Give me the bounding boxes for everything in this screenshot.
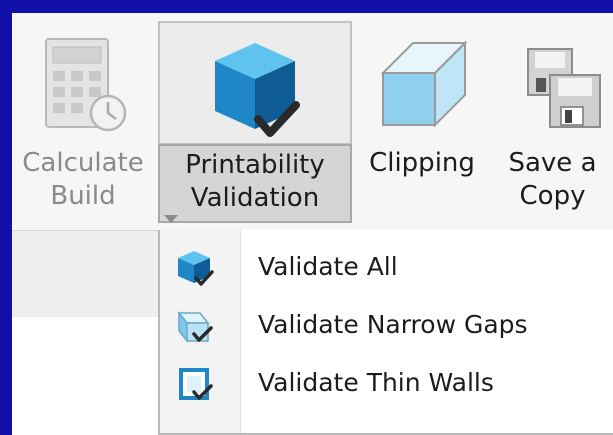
save-a-copy-button[interactable]: Save a Copy [492, 13, 613, 230]
menu-item-validate-thin-walls[interactable]: Validate Thin Walls [160, 356, 613, 414]
validate-thin-walls-label: Validate Thin Walls [258, 368, 494, 397]
clipping-block-icon [364, 31, 480, 141]
menu-item-validate-all[interactable]: Validate All [160, 240, 613, 298]
save-a-copy-label-line1: Save a [508, 148, 597, 178]
clipping-button[interactable]: Clipping [364, 13, 480, 230]
ribbon-toolbar: Calculate Build Printability Validation [12, 13, 613, 231]
printability-validation-button[interactable]: Printability Validation [158, 13, 352, 230]
calculate-build-label-line1: Calculate [22, 148, 144, 178]
printability-label-line1: Printability [185, 150, 325, 180]
printability-validation-menu: Validate All Validate Narrow Gaps Valida… [158, 230, 613, 435]
calculator-clock-icon [16, 31, 150, 141]
printability-label-line2: Validation [190, 183, 320, 213]
ribbon-window: Calculate Build Printability Validation [12, 13, 613, 435]
calculate-build-label-line2: Build [50, 181, 116, 211]
calculate-build-button[interactable]: Calculate Build [16, 13, 150, 230]
ribbon-panel-background [12, 231, 161, 317]
validate-narrow-gaps-label: Validate Narrow Gaps [258, 310, 528, 339]
thin-walls-check-icon [176, 365, 216, 405]
cube-check-icon [176, 249, 216, 289]
validate-all-label: Validate All [258, 252, 398, 281]
floppy-disks-icon [492, 31, 613, 141]
narrow-gaps-check-icon [176, 307, 216, 347]
clipping-label: Clipping [369, 148, 475, 178]
menu-item-validate-narrow-gaps[interactable]: Validate Narrow Gaps [160, 298, 613, 356]
dropdown-arrow-icon [164, 215, 178, 223]
cube-check-icon [158, 37, 352, 147]
save-a-copy-label-line2: Copy [519, 181, 586, 211]
